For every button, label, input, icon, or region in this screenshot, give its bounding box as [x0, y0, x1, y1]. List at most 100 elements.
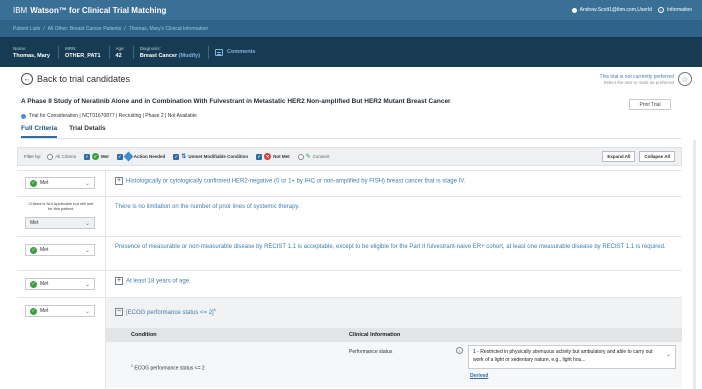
criterion-status-select[interactable]: ✓ Met ⌄ [25, 177, 95, 189]
trial-status-text: Trial for Consideration | NCT01670877 | … [29, 113, 197, 119]
app-header: IBM Watson™ for Clinical Trial Matching … [0, 0, 702, 20]
tab-full-criteria[interactable]: Full Criteria [21, 125, 58, 138]
criterion-text: At least 18 years of age. [126, 278, 191, 285]
criterion-detail-panel: − [ECOG performance status <= 2]1 Conditi… [106, 298, 682, 388]
not-met-icon: ✕ [264, 153, 272, 160]
comments-button[interactable]: Comments [215, 48, 255, 56]
chevron-down-icon: ⌄ [665, 352, 671, 358]
criterion-status-value: Met [30, 220, 39, 226]
preferred-hint-text: Select the star to mark as preferred [603, 79, 674, 85]
criterion-row: ✓ Met ⌄ + At least 18 years of age. [17, 270, 682, 297]
met-status-icon: ✓ [30, 246, 37, 254]
filter-action-label: Action Needed [133, 154, 166, 159]
patient-diagnosis-field: Diagnosis: Breast Cancer (Modify) [139, 45, 210, 59]
criterion-status-value: Met [40, 180, 49, 186]
expand-plus-icon[interactable]: + [115, 277, 123, 285]
breadcrumb: Patient Lists / All Other: Breast Cancer… [0, 20, 702, 37]
criterion-status-value: Met [40, 308, 49, 314]
breadcrumb-separator: / [124, 25, 126, 32]
back-to-candidates-link[interactable]: Back to trial candidates [37, 74, 130, 84]
back-arrow-icon[interactable]: ← [21, 73, 33, 85]
checkbox-checked-icon: ✓ [256, 153, 263, 160]
col-clinical-information: Clinical Information [349, 332, 401, 338]
filter-unmet-modifiable[interactable]: ✓ ⇅ Unmet Modifiable Condition [173, 153, 248, 160]
collapse-minus-icon[interactable]: − [115, 308, 123, 317]
print-trial-button[interactable]: Print Trial [629, 99, 671, 110]
filter-not-met-label: Not Met [273, 154, 290, 159]
filter-unmet-label: Unmet Modifiable Condition [188, 154, 249, 159]
collapse-all-button[interactable]: Collapse All [639, 151, 675, 162]
patient-name-label: Name: [13, 45, 27, 51]
breadcrumb-patient-group[interactable]: All Other: Breast Cancer Patients [48, 26, 122, 32]
criterion-text-wrap: + Histologically or cytologically confirm… [115, 177, 465, 187]
met-status-icon: ✓ [30, 307, 37, 315]
expand-all-button[interactable]: Expand All [602, 151, 636, 162]
criterion-row: Criteria is Not Applicable but still met… [17, 196, 682, 236]
info-icon[interactable]: i [456, 347, 463, 354]
criterion-row-expanded: ✓ Met ⌄ − [ECOG performance status <= 2]1… [17, 297, 682, 389]
expand-plus-icon[interactable]: + [115, 177, 123, 185]
criterion-row: ✓ Met ⌄ Presence of measurable or non-me… [17, 236, 682, 270]
preferred-status: This trial is not currently preferred Se… [600, 74, 674, 85]
criterion-text: Presence of measurable or non-measurable… [115, 244, 666, 250]
tabs-divider [21, 138, 681, 139]
radio-icon [47, 153, 54, 160]
radio-icon [297, 153, 304, 160]
age-label: Age: [115, 45, 125, 51]
criterion-status-value: Met [40, 281, 49, 287]
action-needed-icon [123, 151, 134, 162]
info-icon: i [657, 7, 664, 13]
brand-prefix: IBM [13, 5, 28, 15]
criterion-status-select[interactable]: Met ⌄ [25, 217, 95, 229]
filter-all-label: All Criteria [55, 154, 77, 159]
mrn-value: OTHER_PAT1 [64, 52, 101, 59]
diagnosis-value: Breast Cancer [139, 52, 178, 59]
breadcrumb-clinical-info[interactable]: Thomas, Mary's Clinical Information [129, 26, 208, 32]
patient-age-field: Age: 42 [115, 45, 134, 59]
trial-title: A Phase II Study of Neratinib Alone and … [21, 98, 451, 105]
detail-table-header: Condition Clinical Information [106, 328, 682, 342]
met-status-icon: ✓ [30, 280, 37, 288]
performance-status-value: 1 - Restricted in physically strenuous a… [473, 349, 653, 363]
user-id: Andrew.Scott1@ibm.com,UserId [579, 7, 652, 13]
footnote-marker: 1 [131, 364, 133, 368]
criterion-status-select[interactable]: ✓ Met ⌄ [25, 305, 95, 317]
chevron-down-icon: ⌄ [84, 220, 90, 227]
filter-met[interactable]: ✓ ✓ Met [84, 153, 109, 160]
modify-diagnosis-link[interactable]: (Modify) [179, 53, 200, 59]
not-applicable-note: Criteria is Not Applicable but still met… [28, 201, 94, 212]
filter-bar: Filter by: All Criteria ✓ ✓ Met ✓ Action… [17, 147, 682, 166]
trial-status-line: Trial for Consideration | NCT01670877 | … [21, 113, 197, 119]
filter-met-label: Met [101, 154, 109, 159]
criterion-row: ✓ Met ⌄ + Histologically or cytologically… [17, 170, 682, 196]
derived-link[interactable]: Derived [470, 373, 488, 379]
filter-all-criteria[interactable]: All Criteria [47, 153, 77, 160]
chevron-down-icon: ⌄ [84, 308, 90, 315]
filter-consent[interactable]: ✎ Consent [297, 153, 329, 160]
user-menu[interactable]: Andrew.Scott1@ibm.com,UserId [571, 7, 652, 13]
patient-name-field: Name: Thomas, Mary [13, 45, 59, 59]
star-icon[interactable]: ☆ [678, 72, 692, 86]
criterion-status-select[interactable]: ✓ Met ⌄ [25, 278, 95, 290]
pencil-icon: ✎ [305, 154, 311, 160]
criterion-text: There is no limitation on the number of … [115, 204, 300, 210]
information-link[interactable]: i Information [657, 7, 692, 13]
status-dot-icon [21, 113, 26, 119]
back-row: ← Back to trial candidates This trial is… [0, 67, 702, 91]
age-value: 42 [115, 52, 122, 59]
checkbox-checked-icon: ✓ [84, 153, 91, 160]
chevron-down-icon: ⌄ [84, 281, 90, 288]
col-condition: Condition [131, 332, 157, 338]
chevron-down-icon: ⌄ [84, 180, 90, 187]
breadcrumb-patient-lists[interactable]: Patient Lists [13, 26, 40, 32]
information-label: Information [666, 7, 692, 13]
criterion-status-select[interactable]: ✓ Met ⌄ [25, 244, 95, 256]
criterion-status-value: Met [40, 247, 49, 253]
filter-action-needed[interactable]: ✓ Action Needed [116, 151, 166, 162]
scrollbar[interactable] [693, 140, 696, 389]
filter-not-met[interactable]: ✓ ✕ Not Met [256, 153, 290, 160]
tab-trial-details[interactable]: Trial Details [69, 125, 106, 138]
brand-name: Watson™ for Clinical Trial Matching [30, 5, 167, 15]
met-status-icon: ✓ [92, 153, 100, 160]
performance-status-select[interactable]: 1 - Restricted in physically strenuous a… [468, 345, 676, 369]
